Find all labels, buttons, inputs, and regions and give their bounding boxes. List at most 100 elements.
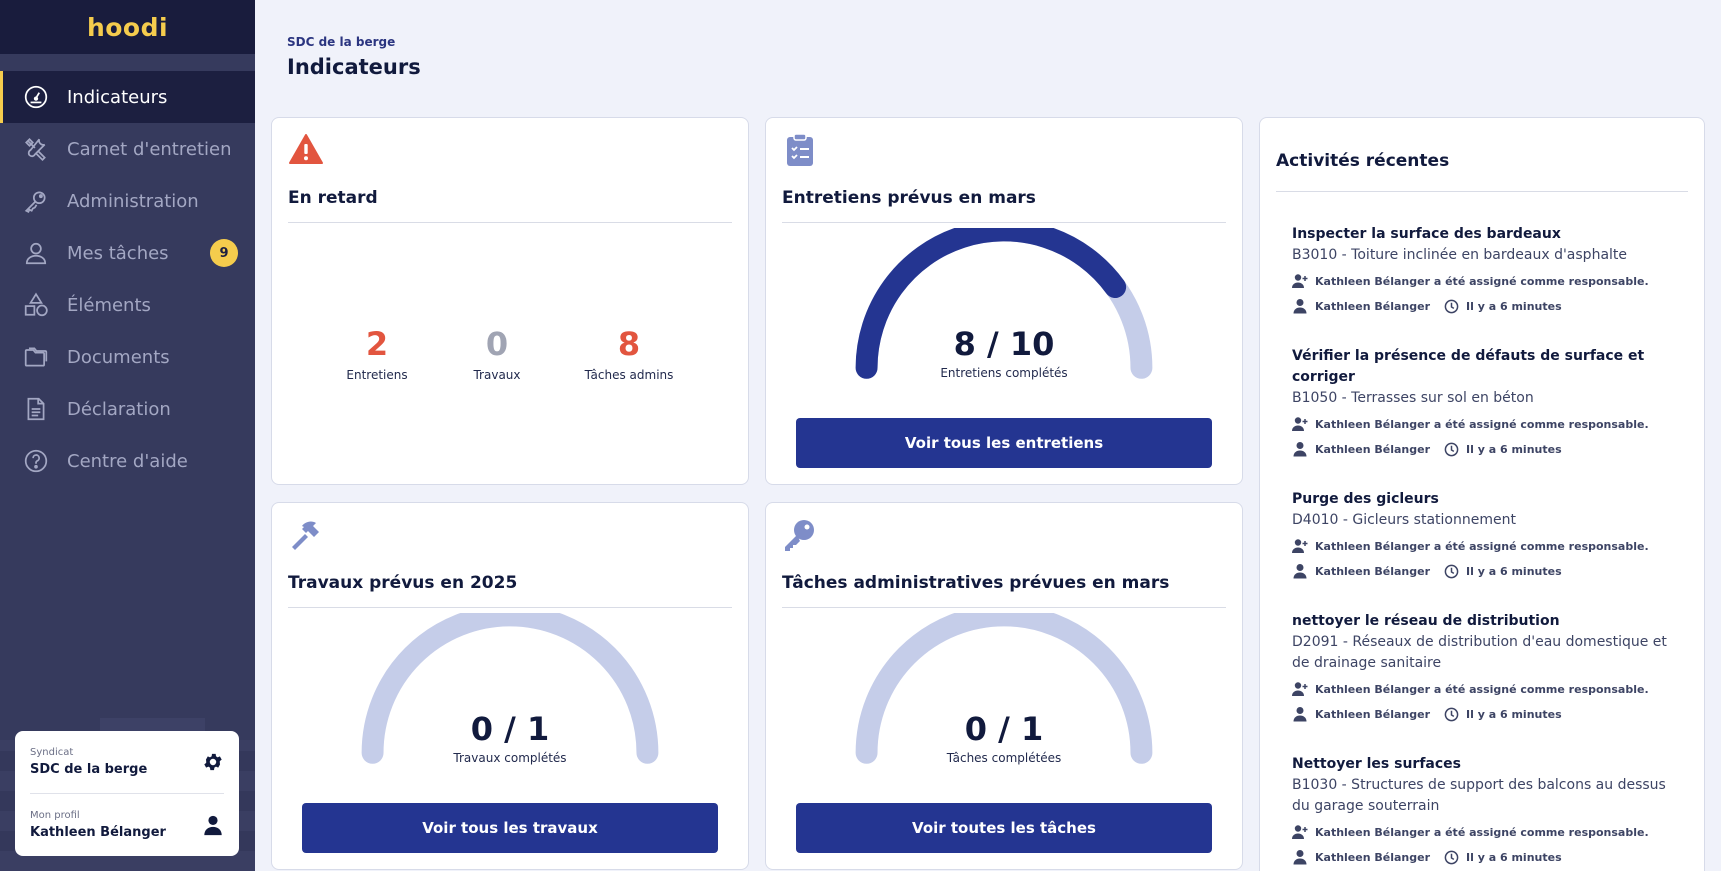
key-icon — [785, 520, 814, 551]
activity-name: nettoyer le réseau de distribution — [1292, 613, 1560, 629]
activity-time: Il y a 6 minutes — [1466, 299, 1562, 313]
recent-activity-panel: Activités récentes Inspecter la surface … — [1259, 117, 1705, 871]
activity-meta: Kathleen Bélanger Il y a 6 minutes — [1292, 439, 1686, 459]
gauge-icon — [24, 85, 48, 109]
user-icon[interactable] — [202, 814, 224, 836]
card-title: Entretiens prévus en mars — [782, 188, 1036, 208]
key-icon — [24, 191, 46, 213]
activity-user: Kathleen Bélanger — [1315, 564, 1431, 578]
activity-description: B1030 - Structures de support des balcon… — [1292, 777, 1666, 814]
brand-bar: hoodi — [0, 0, 255, 54]
profile-card: Syndicat SDC de la berge Mon profil Kath… — [15, 731, 239, 856]
stat-value: 0 — [485, 325, 509, 363]
activity-meta: Kathleen Bélanger Il y a 6 minutes — [1292, 296, 1686, 316]
profil-row[interactable]: Mon profil Kathleen Bélanger — [30, 793, 224, 855]
activity-user: Kathleen Bélanger — [1315, 442, 1431, 456]
panel-title: Activités récentes — [1276, 151, 1450, 171]
activity-assignment: Kathleen Bélanger a été assigné comme re… — [1292, 536, 1686, 556]
sidebar-item-documents[interactable]: Documents — [0, 331, 255, 383]
page-header: SDC de la berge Indicateurs — [287, 35, 421, 79]
clock-icon — [1444, 564, 1459, 578]
user-icon — [1293, 564, 1307, 579]
clock-icon — [1444, 299, 1459, 313]
activity-assignment: Kathleen Bélanger a été assigné comme re… — [1292, 679, 1686, 699]
activity-time: Il y a 6 minutes — [1466, 850, 1562, 864]
view-maintenance-button[interactable]: Voir tous les entretiens — [796, 418, 1212, 468]
clock-icon — [1444, 850, 1459, 864]
activity-item[interactable]: Inspecter la surface des bardeaux B3010 … — [1292, 224, 1686, 316]
sidebar-item-declaration[interactable]: Déclaration — [0, 383, 255, 435]
sidebar-item-label: Administration — [67, 190, 199, 212]
assignment-text: Kathleen Bélanger a été assigné comme re… — [1315, 274, 1649, 288]
maintenance-card: Entretiens prévus en mars 8 / 10 Entreti… — [765, 117, 1243, 485]
sidebar-item-indicateurs[interactable]: Indicateurs — [0, 71, 255, 123]
shapes-icon — [24, 292, 48, 317]
assignment-text: Kathleen Bélanger a été assigné comme re… — [1315, 417, 1649, 431]
sidebar-item-label: Déclaration — [67, 398, 171, 420]
admin-tasks-card: Tâches administratives prévues en mars 0… — [765, 502, 1243, 870]
clipboard-icon — [787, 133, 813, 166]
user-icon — [1293, 299, 1307, 314]
stat-entretiens[interactable]: 2 Entretiens — [346, 328, 407, 382]
profil-value: Kathleen Bélanger — [30, 824, 166, 840]
syndicat-value: SDC de la berge — [30, 762, 148, 777]
activity-item[interactable]: Purge des gicleurs D4010 - Gicleurs stat… — [1292, 489, 1686, 581]
divider — [288, 222, 732, 223]
card-title: En retard — [288, 188, 378, 208]
card-title: Tâches administratives prévues en mars — [782, 573, 1170, 593]
logo[interactable]: hoodi — [87, 13, 168, 42]
sidebar-nav: Indicateurs Carnet d'entretien Administr… — [0, 54, 255, 487]
works-card: Travaux prévus en 2025 0 / 1 Travaux com… — [271, 502, 749, 870]
activity-description: D2091 - Réseaux de distribution d'eau do… — [1292, 634, 1667, 671]
profil-label: Mon profil — [30, 809, 80, 821]
sidebar-item-mes-taches[interactable]: Mes tâches 9 — [0, 227, 255, 279]
assignment-text: Kathleen Bélanger a été assigné comme re… — [1315, 825, 1649, 839]
activity-list: Inspecter la surface des bardeaux B3010 … — [1292, 224, 1686, 871]
divider — [288, 607, 732, 608]
sidebar-item-centre-aide[interactable]: Centre d'aide — [0, 435, 255, 487]
warning-icon — [289, 134, 323, 164]
stat-value: 2 — [365, 325, 389, 363]
view-works-button[interactable]: Voir tous les travaux — [302, 803, 718, 853]
user-icon — [1293, 442, 1307, 457]
stat-travaux[interactable]: 0 Travaux — [473, 328, 520, 382]
sidebar-item-label: Indicateurs — [67, 86, 168, 108]
sidebar-item-administration[interactable]: Administration — [0, 175, 255, 227]
sidebar-item-label: Mes tâches — [67, 242, 169, 264]
view-tasks-button[interactable]: Voir toutes les tâches — [796, 803, 1212, 853]
folder-icon — [24, 347, 48, 367]
sidebar-item-label: Documents — [67, 346, 170, 368]
activity-assignment: Kathleen Bélanger a été assigné comme re… — [1292, 271, 1686, 291]
breadcrumb[interactable]: SDC de la berge — [287, 35, 421, 49]
activity-item[interactable]: nettoyer le réseau de distribution D2091… — [1292, 611, 1686, 724]
user-plus-icon — [1292, 417, 1308, 431]
user-plus-icon — [1292, 825, 1308, 839]
sidebar-item-elements[interactable]: Éléments — [0, 279, 255, 331]
activity-time: Il y a 6 minutes — [1466, 564, 1562, 578]
gear-icon[interactable] — [202, 751, 224, 773]
gauge-value: 8 / 10 — [953, 325, 1055, 363]
activity-name: Inspecter la surface des bardeaux — [1292, 226, 1561, 242]
stat-label: Travaux — [473, 368, 521, 382]
stat-taches-admins[interactable]: 8 Tâches admins — [585, 328, 674, 382]
activity-assignment: Kathleen Bélanger a été assigné comme re… — [1292, 822, 1686, 842]
gauge-value: 0 / 1 — [964, 710, 1044, 748]
sidebar-item-carnet[interactable]: Carnet d'entretien — [0, 123, 255, 175]
clock-icon — [1444, 707, 1459, 721]
user-plus-icon — [1292, 539, 1308, 553]
syndicat-row[interactable]: Syndicat SDC de la berge — [30, 731, 224, 793]
activity-description: B1050 - Terrasses sur sol en béton — [1292, 390, 1534, 406]
activity-item[interactable]: Nettoyer les surfaces B1030 - Structures… — [1292, 754, 1686, 867]
sidebar-item-label: Éléments — [67, 294, 151, 316]
activity-name: Nettoyer les surfaces — [1292, 756, 1461, 772]
stat-value: 8 — [617, 325, 641, 363]
divider — [782, 222, 1226, 223]
clock-icon — [1444, 442, 1459, 456]
sidebar: hoodi Indicateurs Carnet d'entretien Adm… — [0, 0, 255, 871]
user-icon — [25, 242, 47, 265]
gauge-label: Tâches complétées — [946, 751, 1062, 765]
activity-item[interactable]: Vérifier la présence de défauts de surfa… — [1292, 346, 1686, 459]
activity-user: Kathleen Bélanger — [1315, 850, 1431, 864]
activity-meta: Kathleen Bélanger Il y a 6 minutes — [1292, 847, 1686, 867]
assignment-text: Kathleen Bélanger a été assigné comme re… — [1315, 682, 1649, 696]
